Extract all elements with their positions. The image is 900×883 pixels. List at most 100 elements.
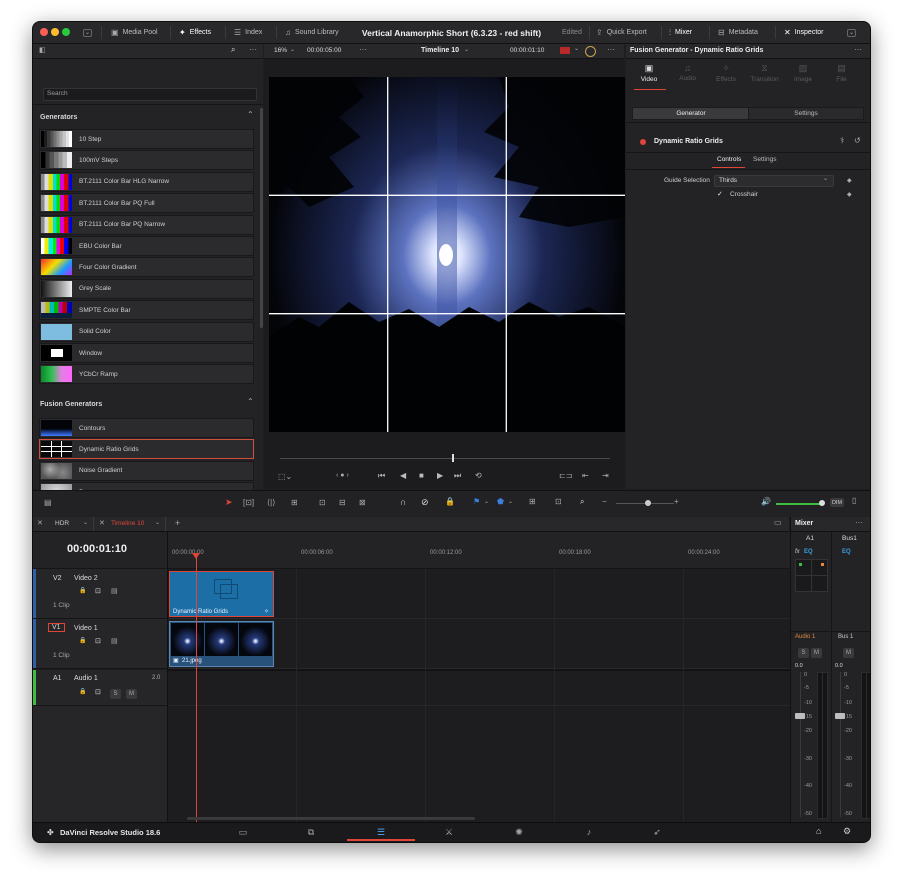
generator-item[interactable]: Dynamic Ratio Grids: [39, 439, 254, 460]
chevron-down-icon[interactable]: ⌄: [464, 47, 469, 53]
add-tab-icon[interactable]: +: [175, 519, 180, 528]
volume-slider[interactable]: [776, 503, 822, 505]
more-options-icon[interactable]: ···: [854, 46, 862, 54]
inspector-tab-transition[interactable]: ⧖ Transition: [746, 63, 784, 89]
metadata-button[interactable]: ⊟ Metadata: [718, 22, 758, 43]
close-window-button[interactable]: [40, 28, 48, 36]
tab-hdr[interactable]: HDR: [55, 520, 69, 527]
page-fairlight-button[interactable]: ♪: [571, 825, 607, 839]
viewer-scrubber-playhead[interactable]: [451, 454, 454, 462]
zoom-level[interactable]: 16%: [274, 47, 287, 54]
bus-mute-button[interactable]: M: [843, 648, 854, 658]
settings-gear-icon[interactable]: ⚙: [843, 826, 851, 837]
render-cache-icon[interactable]: [560, 47, 570, 54]
stop-button[interactable]: ■: [419, 471, 424, 480]
playhead-marker-icon[interactable]: [192, 553, 200, 559]
settings-tab[interactable]: Settings: [753, 156, 777, 163]
snapping-icon[interactable]: ∩: [400, 497, 406, 507]
generator-item[interactable]: Window: [39, 343, 254, 363]
search-icon[interactable]: ⌕: [231, 46, 235, 54]
index-button[interactable]: ☰ Index: [234, 22, 262, 43]
lock-icon[interactable]: 🔒: [445, 498, 455, 506]
inspector-button[interactable]: ✕ Inspector: [784, 22, 824, 43]
v2-generator-clip[interactable]: Dynamic Ratio Grids ✧: [169, 571, 274, 617]
track-id-a1[interactable]: A1: [53, 675, 62, 682]
zoom-slider-knob[interactable]: [645, 500, 651, 506]
pan-control[interactable]: [795, 559, 828, 592]
inspector-tab-effects[interactable]: ✧ Effects: [707, 63, 745, 89]
page-media-button[interactable]: ▭: [225, 825, 261, 839]
marker-icon[interactable]: ⬟: [497, 497, 504, 506]
generator-item[interactable]: BT.2111 Color Bar HLG Narrow: [39, 171, 254, 192]
zoom-full-icon[interactable]: ⊞: [529, 498, 536, 506]
generator-item[interactable]: BT.2111 Color Bar PQ Full: [39, 193, 254, 214]
generator-item[interactable]: YCbCr Ramp: [39, 364, 254, 385]
eq-button-a1[interactable]: EQ: [804, 549, 813, 555]
inspector-tab-image[interactable]: ▨ Image: [784, 63, 822, 89]
panel-toggle-icon[interactable]: ◧: [39, 47, 46, 54]
page-cut-button[interactable]: ⧉: [293, 825, 329, 839]
viewer-canvas[interactable]: [269, 77, 625, 432]
more-options-icon[interactable]: ···: [607, 46, 615, 54]
fader-track-bus1[interactable]: [840, 672, 841, 817]
timeline-playhead[interactable]: [196, 555, 197, 822]
fader-track-a1[interactable]: [800, 672, 801, 817]
viewer-mode-icon[interactable]: ⬚⌄: [278, 472, 292, 481]
collapse-chevron-icon[interactable]: ⌃: [247, 398, 254, 406]
keyframe-diamond-icon[interactable]: ◆: [847, 191, 852, 198]
page-deliver-button[interactable]: ➶: [639, 825, 675, 839]
overwrite-clip-icon[interactable]: ⊟: [339, 499, 346, 507]
toolbar-expand-button[interactable]: ⌄: [847, 22, 857, 43]
v1-image-clip[interactable]: ▣ 21.jpeg: [169, 621, 274, 667]
play-reverse-button[interactable]: ◀: [400, 471, 406, 480]
lock-icon[interactable]: 🔒: [79, 638, 86, 644]
loop-button[interactable]: ⟲: [475, 471, 482, 480]
generator-item[interactable]: SMPTE Color Bar: [39, 300, 254, 321]
generators-header[interactable]: Generators: [40, 114, 77, 121]
generator-item[interactable]: 100mV Steps: [39, 150, 254, 171]
chevron-down-icon[interactable]: ⌄: [574, 46, 579, 52]
chevron-down-icon[interactable]: ⌄: [290, 47, 295, 53]
viewer-timeline-name[interactable]: Timeline 10: [421, 47, 459, 54]
effects-search-input[interactable]: Search: [43, 88, 257, 101]
timeline-layout-icon[interactable]: ▤: [44, 499, 52, 507]
replace-clip-icon[interactable]: ⊠: [359, 499, 366, 507]
volume-knob[interactable]: [819, 500, 825, 506]
insert-clip-icon[interactable]: ⊡: [319, 499, 326, 507]
keyframe-diamond-icon[interactable]: ◆: [847, 177, 852, 184]
next-frame-button[interactable]: ⇥: [602, 471, 609, 480]
auto-select-icon[interactable]: ⊡: [95, 588, 101, 595]
track-enable-icon[interactable]: ▤: [111, 588, 118, 595]
sound-library-button[interactable]: ♫ Sound Library: [285, 22, 339, 43]
viewer-overlay-icon[interactable]: [585, 46, 596, 57]
fx-button[interactable]: fx: [795, 549, 800, 555]
timeline-view-options-icon[interactable]: ▭: [774, 519, 782, 527]
viewer-scrubber-track[interactable]: [280, 458, 610, 459]
tab-timeline-10[interactable]: Timeline 10: [111, 520, 144, 527]
auto-select-icon[interactable]: ⊡: [95, 638, 101, 645]
speaker-icon[interactable]: 🔊: [761, 497, 771, 506]
generator-item[interactable]: Contours: [39, 418, 254, 438]
inspector-tab-audio[interactable]: ♫ Audio: [669, 63, 707, 89]
mute-button[interactable]: M: [126, 689, 137, 699]
zoom-custom-icon[interactable]: ⌕: [580, 498, 584, 506]
enable-toggle[interactable]: [640, 139, 646, 145]
go-to-start-button[interactable]: ⏮: [378, 471, 385, 481]
generator-item[interactable]: 10 Step: [39, 129, 254, 149]
subtab-settings[interactable]: Settings: [748, 107, 864, 120]
reset-icon[interactable]: ↺: [854, 137, 861, 145]
selection-tool-icon[interactable]: ➤: [225, 497, 233, 508]
guide-selection-dropdown[interactable]: Thirds ⌄: [714, 175, 834, 187]
more-options-icon[interactable]: ···: [359, 46, 367, 54]
media-pool-button[interactable]: ▣ Media Pool: [111, 22, 158, 43]
zoom-detail-icon[interactable]: ⊡: [555, 498, 562, 506]
effects-button[interactable]: ✦ Effects: [179, 22, 211, 43]
generator-item[interactable]: Four Color Gradient: [39, 257, 254, 278]
collapse-chevron-icon[interactable]: ⌃: [247, 111, 254, 119]
page-color-button[interactable]: ✺: [501, 825, 537, 839]
solo-button[interactable]: S: [110, 689, 121, 699]
track-id-v1[interactable]: V1: [48, 623, 65, 632]
generator-item[interactable]: Noise Gradient: [39, 460, 254, 481]
go-to-end-button[interactable]: ⏭: [454, 471, 461, 481]
minimize-window-button[interactable]: [51, 28, 59, 36]
